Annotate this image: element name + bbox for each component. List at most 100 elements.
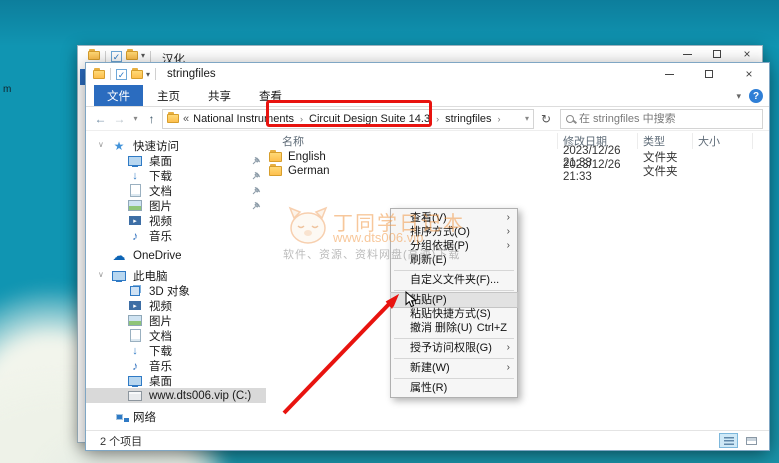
ribbon-tabs: 文件 主页 共享 查看 ▾ ? xyxy=(86,85,769,107)
file-row-english[interactable]: English 2023/12/26 21:33 文件夹 xyxy=(266,145,769,169)
menu-item-group-by[interactable]: 分组依据(P) › xyxy=(391,239,517,253)
sidebar-item-label: 3D 对象 xyxy=(149,285,190,298)
chevron-down-icon[interactable]: ▾ xyxy=(146,70,150,79)
breadcrumb-separator[interactable]: › xyxy=(434,114,441,124)
sidebar-item-pc-downloads[interactable]: ↓ 下载 xyxy=(86,343,266,358)
sidebar-item-videos[interactable]: 视频 xyxy=(86,213,266,228)
address-dropdown-icon[interactable]: ▾ xyxy=(525,114,529,123)
breadcrumb-item[interactable]: stringfiles xyxy=(445,113,491,125)
sidebar-item-c-drive[interactable]: www.dts006.vip (C:) xyxy=(86,388,266,403)
address-path[interactable]: « National Instruments › Circuit Design … xyxy=(162,108,534,129)
maximize-button[interactable] xyxy=(702,46,732,62)
context-menu: 查看(V) › 排序方式(O) › 分组依据(P) › 刷新(E) 自定义文件夹… xyxy=(390,208,518,398)
sidebar-item-music[interactable]: ♪ 音乐 xyxy=(86,228,266,243)
divider xyxy=(155,68,157,80)
tab-share[interactable]: 共享 xyxy=(194,85,245,106)
large-icons-view-icon xyxy=(746,436,757,445)
file-name: German xyxy=(288,165,330,177)
column-header-type[interactable]: 类型 xyxy=(638,133,693,149)
search-icon xyxy=(566,114,574,123)
sidebar-item-pc-documents[interactable]: 文档 xyxy=(86,328,266,343)
tab-view[interactable]: 查看 xyxy=(245,85,296,106)
videos-icon xyxy=(128,300,142,312)
sidebar-item-onedrive[interactable]: ☁ OneDrive xyxy=(86,248,266,263)
sidebar-item-pc-pictures[interactable]: 图片 xyxy=(86,313,266,328)
sidebar-item-network[interactable]: 网络 xyxy=(86,409,266,424)
search-input[interactable] xyxy=(579,112,757,125)
folder-icon[interactable] xyxy=(131,67,143,79)
pictures-icon xyxy=(128,315,142,327)
folder-icon xyxy=(167,112,179,123)
pin-icon xyxy=(252,171,261,180)
sidebar-item-documents[interactable]: 文档 xyxy=(86,183,266,198)
breadcrumb-separator[interactable]: › xyxy=(496,114,503,124)
minimize-button[interactable] xyxy=(672,46,702,62)
column-header-size[interactable]: 大小 xyxy=(693,133,753,149)
tab-home[interactable]: 主页 xyxy=(143,85,194,106)
breadcrumb-item[interactable]: National Instruments xyxy=(193,113,294,125)
menu-accelerator: Ctrl+Z xyxy=(476,322,507,334)
column-header-name[interactable]: 名称 xyxy=(266,133,558,149)
details-view-icon xyxy=(723,436,734,445)
ribbon-expand-icon[interactable]: ▾ xyxy=(736,91,741,102)
sidebar-item-pc-music[interactable]: ♪ 音乐 xyxy=(86,358,266,373)
sidebar-item-pc-desktop[interactable]: 桌面 xyxy=(86,373,266,388)
back-button[interactable]: ← xyxy=(92,112,109,126)
minimize-button[interactable] xyxy=(649,63,689,85)
sidebar-item-quick-access[interactable]: ∨ ★ 快速访问 xyxy=(86,138,266,153)
close-button[interactable]: × xyxy=(732,46,762,62)
menu-item-customize-folder[interactable]: 自定义文件夹(F)... xyxy=(391,273,517,287)
menu-item-refresh[interactable]: 刷新(E) xyxy=(391,253,517,267)
refresh-icon[interactable]: ↻ xyxy=(536,112,556,126)
sidebar-item-desktop[interactable]: 桌面 xyxy=(86,153,266,168)
sidebar-item-pc-videos[interactable]: 视频 xyxy=(86,298,266,313)
breadcrumb-item[interactable]: Circuit Design Suite 14.3 xyxy=(309,113,430,125)
file-type: 文件夹 xyxy=(643,166,678,178)
sidebar-item-label: 视频 xyxy=(149,300,172,313)
sidebar-item-downloads[interactable]: ↓ 下载 xyxy=(86,168,266,183)
recent-locations-icon[interactable]: ▾ xyxy=(130,114,141,123)
sidebar-item-3d-objects[interactable]: 3D 对象 xyxy=(86,283,266,298)
menu-item-give-access[interactable]: 授予访问权限(G) › xyxy=(391,341,517,355)
sidebar-item-pictures[interactable]: 图片 xyxy=(86,198,266,213)
navigation-pane: ∨ ★ 快速访问 桌面 ↓ 下载 文档 图片 ▸ 视频 ♪ 音乐 ☁ OneDr… xyxy=(86,132,266,430)
checkmark-icon[interactable]: ✓ xyxy=(116,68,127,80)
details-view-button[interactable] xyxy=(719,433,738,448)
menu-item-view[interactable]: 查看(V) › xyxy=(391,211,517,225)
up-button[interactable]: ↑ xyxy=(143,112,160,126)
menu-item-sort-by[interactable]: 排序方式(O) › xyxy=(391,225,517,239)
forward-button[interactable]: → xyxy=(111,112,128,126)
close-button[interactable]: × xyxy=(729,63,769,85)
computer-icon xyxy=(112,270,126,282)
menu-item-properties[interactable]: 属性(R) xyxy=(391,381,517,395)
download-icon: ↓ xyxy=(132,344,138,357)
submenu-arrow-icon: › xyxy=(506,342,510,353)
chevron-down-icon: ▾ xyxy=(141,51,146,60)
maximize-button[interactable] xyxy=(689,63,729,85)
column-headers: 名称 修改日期 类型 大小 xyxy=(266,132,769,150)
sidebar-item-this-pc[interactable]: ∨ 此电脑 xyxy=(86,268,266,283)
drive-icon xyxy=(128,390,142,402)
status-bar: 2 个项目 xyxy=(86,430,769,450)
search-box[interactable] xyxy=(560,108,763,129)
checkmark-icon: ✓ xyxy=(111,51,122,62)
expand-icon[interactable]: ∨ xyxy=(98,270,104,279)
menu-item-new[interactable]: 新建(W) › xyxy=(391,361,517,375)
sidebar-item-label: OneDrive xyxy=(133,249,182,262)
menu-item-paste-shortcut[interactable]: 粘贴快捷方式(S) xyxy=(391,307,517,321)
large-icons-view-button[interactable] xyxy=(742,433,761,448)
videos-icon xyxy=(128,215,142,227)
folder-icon xyxy=(126,49,138,60)
pin-icon xyxy=(252,201,261,210)
file-row-german[interactable]: German 2023/12/26 21:33 文件夹 xyxy=(266,159,769,183)
sidebar-item-label: 文档 xyxy=(149,185,172,198)
network-icon xyxy=(112,411,126,423)
sidebar-item-label: 桌面 xyxy=(149,375,172,388)
tab-file[interactable]: 文件 xyxy=(94,85,143,106)
expand-icon[interactable]: ∨ xyxy=(98,140,104,149)
menu-item-paste[interactable]: 粘贴(P) xyxy=(390,292,518,308)
help-button[interactable]: ? xyxy=(749,89,763,103)
submenu-arrow-icon: › xyxy=(506,362,510,373)
menu-item-undo-delete[interactable]: 撤消 删除(U) Ctrl+Z xyxy=(391,321,517,335)
breadcrumb-separator[interactable]: › xyxy=(298,114,305,124)
